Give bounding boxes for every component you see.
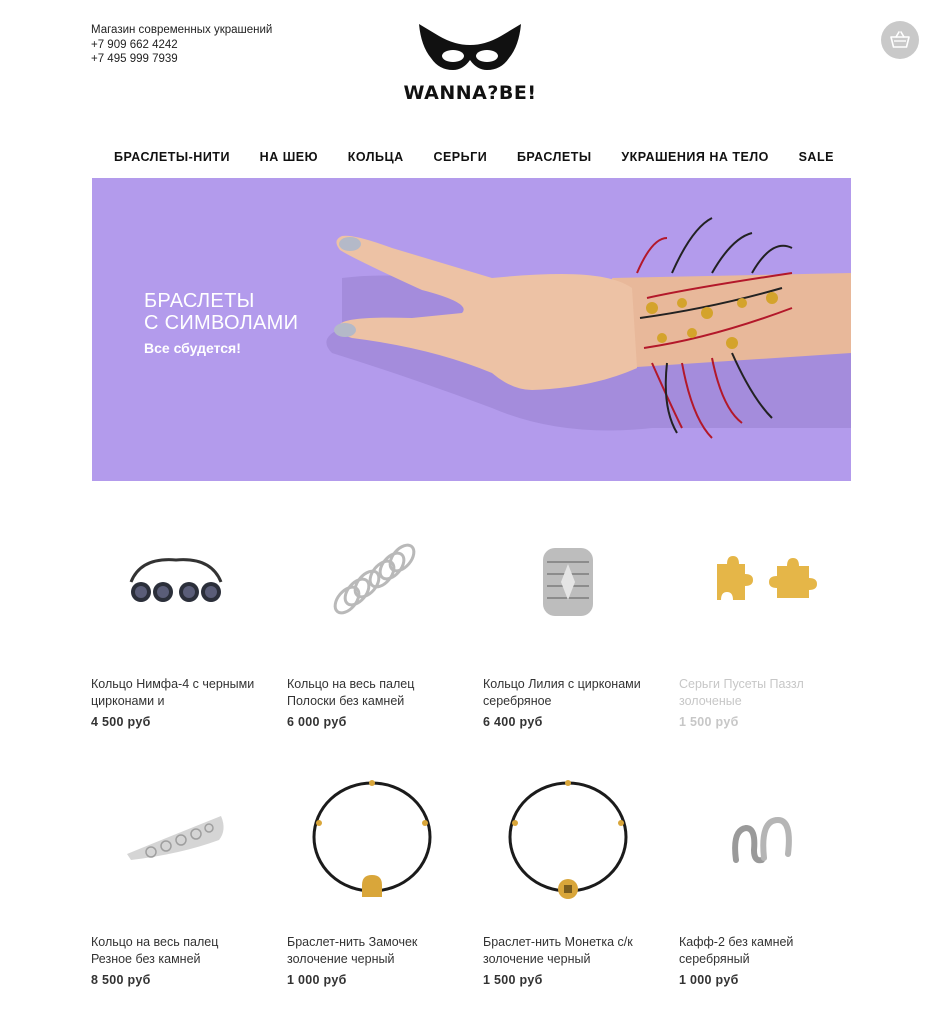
carved-ring-icon xyxy=(127,816,224,860)
nav-item-thread-bracelets[interactable]: БРАСЛЕТЫ-НИТИ xyxy=(114,150,230,164)
product-image[interactable] xyxy=(91,512,261,652)
product-name[interactable]: Кольцо на весь палец Резное без камней xyxy=(91,934,261,968)
coin-bracelet-icon xyxy=(508,780,628,899)
product-name[interactable]: Серьги Пусеты Паззл золоченые xyxy=(679,676,849,710)
nav-item-earrings[interactable]: СЕРЬГИ xyxy=(433,150,487,164)
phone-number-2[interactable]: +7 495 999 7939 xyxy=(91,52,272,67)
product-card[interactable]: Кафф-2 без камней серебряный 1 000 руб xyxy=(679,770,849,987)
brand-logo[interactable]: WANNA?BE! xyxy=(400,22,540,104)
striped-ring-icon xyxy=(333,543,416,615)
ear-cuff-icon xyxy=(732,816,792,864)
promo-banner[interactable]: БРАСЛЕТЫ С СИМВОЛАМИ Все сбудется! xyxy=(92,178,851,481)
mask-logo-icon xyxy=(419,24,521,70)
product-image[interactable] xyxy=(483,770,653,910)
double-pearl-ring-icon xyxy=(129,558,223,602)
nav-item-bracelets[interactable]: БРАСЛЕТЫ xyxy=(517,150,592,164)
product-name[interactable]: Кольцо Нимфа-4 с черными цирконами и xyxy=(91,676,261,710)
product-price: 1 500 руб xyxy=(483,973,543,987)
nav-item-rings[interactable]: КОЛЬЦА xyxy=(348,150,404,164)
store-contacts: Магазин современных украшений +7 909 662… xyxy=(91,23,272,67)
product-image[interactable] xyxy=(679,770,849,910)
product-price: 1 000 руб xyxy=(287,973,347,987)
product-name[interactable]: Кафф-2 без камней серебряный xyxy=(679,934,849,968)
product-price: 4 500 руб xyxy=(91,715,151,729)
product-card[interactable]: Браслет-нить Монетка с/к золочение черны… xyxy=(483,770,653,987)
product-image[interactable] xyxy=(91,770,261,910)
lily-ring-icon xyxy=(543,548,593,616)
lock-bracelet-icon xyxy=(312,780,432,897)
product-name[interactable]: Браслет-нить Замочек золочение черный xyxy=(287,934,457,968)
product-card[interactable]: Кольцо Нимфа-4 с черными цирконами и 4 5… xyxy=(91,512,261,729)
product-image[interactable] xyxy=(287,512,457,652)
cart-button[interactable] xyxy=(881,21,919,59)
product-image[interactable] xyxy=(287,770,457,910)
puzzle-earrings-icon xyxy=(717,556,817,600)
product-price: 8 500 руб xyxy=(91,973,151,987)
product-price: 1 000 руб xyxy=(679,973,739,987)
basket-icon xyxy=(890,31,910,48)
nav-item-body-jewelry[interactable]: УКРАШЕНИЯ НА ТЕЛО xyxy=(621,150,769,164)
phone-number-1[interactable]: +7 909 662 4242 xyxy=(91,38,272,53)
product-card[interactable]: Кольцо на весь палец Резное без камней 8… xyxy=(91,770,261,987)
brand-name: WANNA?BE! xyxy=(403,82,537,104)
product-price: 6 000 руб xyxy=(287,715,347,729)
banner-subtitle: Все сбудется! xyxy=(144,340,241,356)
product-card[interactable]: Кольцо на весь палец Полоски без камней … xyxy=(287,512,457,729)
banner-title: БРАСЛЕТЫ С СИМВОЛАМИ xyxy=(144,290,299,334)
product-name[interactable]: Кольцо Лилия с цирконами серебряное xyxy=(483,676,653,710)
product-card[interactable]: Браслет-нить Замочек золочение черный 1 … xyxy=(287,770,457,987)
product-name[interactable]: Браслет-нить Монетка с/к золочение черны… xyxy=(483,934,653,968)
main-navigation: БРАСЛЕТЫ-НИТИ НА ШЕЮ КОЛЬЦА СЕРЬГИ БРАСЛ… xyxy=(114,150,834,164)
nav-item-necklaces[interactable]: НА ШЕЮ xyxy=(260,150,318,164)
product-image[interactable] xyxy=(483,512,653,652)
product-name[interactable]: Кольцо на весь палец Полоски без камней xyxy=(287,676,457,710)
product-price: 1 500 руб xyxy=(679,715,739,729)
product-price: 6 400 руб xyxy=(483,715,543,729)
store-tagline: Магазин современных украшений xyxy=(91,24,273,36)
product-image[interactable] xyxy=(679,512,849,652)
product-card[interactable]: Кольцо Лилия с цирконами серебряное 6 40… xyxy=(483,512,653,729)
product-card[interactable]: Серьги Пусеты Паззл золоченые 1 500 руб xyxy=(679,512,849,729)
nav-item-sale[interactable]: SALE xyxy=(799,150,834,164)
